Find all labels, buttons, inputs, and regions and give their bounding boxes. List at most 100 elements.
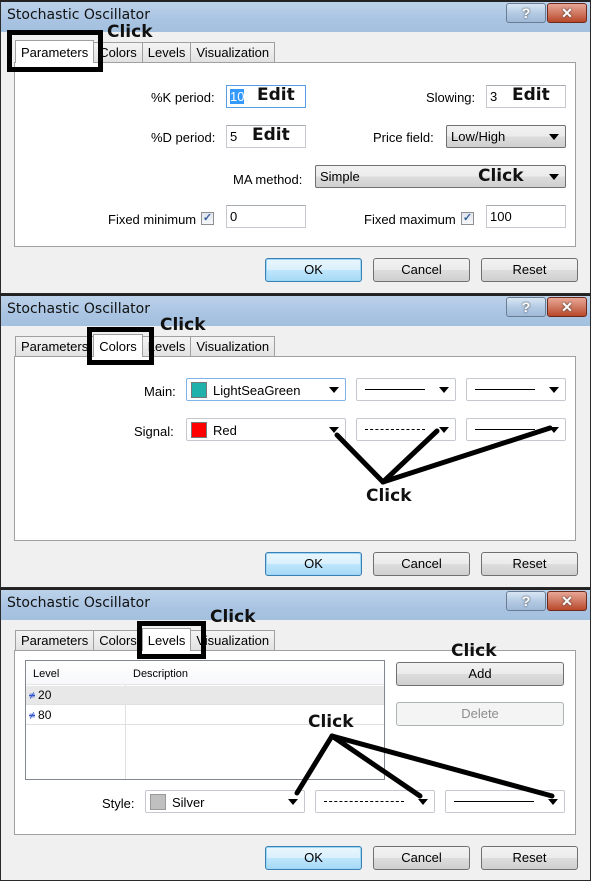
ok-button[interactable]: OK (265, 846, 362, 870)
fixed-maximum-checkbox[interactable]: ✓ (461, 212, 474, 225)
fixed-maximum-label: Fixed maximum (364, 212, 456, 227)
main-color-label: Main: (144, 384, 176, 399)
signal-style-select[interactable] (356, 418, 456, 441)
line-style-solid (365, 389, 425, 390)
signal-color-label: Signal: (134, 424, 174, 439)
annotation-click: Click (210, 607, 256, 627)
level-style-select[interactable] (315, 790, 435, 813)
help-button[interactable]: ? (506, 297, 546, 317)
ma-method-label: MA method: (233, 172, 303, 187)
reset-button[interactable]: Reset (481, 846, 578, 870)
signal-color-select[interactable]: Red (186, 418, 346, 441)
tab-bar: Parameters Colors Levels Visualization (15, 40, 276, 63)
style-label: Style: (102, 796, 135, 811)
slowing-label: Slowing: (426, 90, 476, 105)
tab-parameters[interactable]: Parameters (15, 630, 95, 650)
table-header: Level Description (26, 661, 384, 685)
help-icon: ? (521, 299, 531, 315)
chevron-down-icon (549, 134, 559, 140)
help-icon: ? (521, 593, 531, 609)
cancel-button[interactable]: Cancel (373, 846, 470, 870)
tab-colors[interactable]: Colors (93, 630, 143, 650)
tab-levels[interactable]: Levels (141, 42, 192, 62)
annotation-click: Click (160, 315, 206, 335)
main-style-select[interactable] (356, 378, 456, 401)
close-button[interactable]: ✕ (547, 3, 587, 23)
cancel-button[interactable]: Cancel (373, 258, 470, 282)
dialog-title: Stochastic Oscillator (7, 595, 150, 611)
dialog-title: Stochastic Oscillator (7, 7, 150, 23)
chevron-down-icon (549, 174, 559, 180)
add-level-button[interactable]: Add (396, 662, 564, 686)
annotation-edit: Edit (257, 85, 295, 105)
color-swatch (150, 794, 166, 810)
ok-button[interactable]: OK (265, 258, 362, 282)
price-field-select[interactable]: Low/High (446, 125, 566, 148)
close-button[interactable]: ✕ (547, 297, 587, 317)
line-width-thin (454, 801, 534, 802)
fixed-minimum-label: Fixed minimum (108, 212, 197, 227)
line-style-dashed (365, 429, 425, 430)
chevron-down-icon (418, 799, 428, 805)
annotation-click: Click (478, 166, 524, 186)
level-line-icon: ≠ (29, 690, 36, 702)
fixed-maximum-input[interactable]: 100 (486, 205, 566, 228)
ok-button[interactable]: OK (265, 552, 362, 576)
reset-button[interactable]: Reset (481, 552, 578, 576)
chevron-down-icon (439, 427, 449, 433)
annotation-edit: Edit (512, 85, 550, 105)
signal-width-select[interactable] (466, 418, 566, 441)
annotation-click: Click (107, 22, 153, 42)
close-icon: ✕ (561, 592, 573, 609)
delete-level-button[interactable]: Delete (396, 702, 564, 726)
level-value: 20 (38, 688, 52, 702)
help-button[interactable]: ? (506, 3, 546, 23)
title-bar: Stochastic Oscillator ? ✕ (1, 590, 590, 620)
close-icon: ✕ (561, 4, 573, 21)
close-icon: ✕ (561, 298, 573, 315)
cancel-button[interactable]: Cancel (373, 552, 470, 576)
dialog-title: Stochastic Oscillator (7, 301, 150, 317)
level-width-select[interactable] (445, 790, 565, 813)
title-bar: Stochastic Oscillator ? ✕ (1, 296, 590, 326)
level-value: 80 (38, 708, 52, 722)
tab-bar: Parameters Colors Levels Visualization (15, 628, 276, 651)
tab-visualization[interactable]: Visualization (190, 42, 276, 62)
line-style-dashed (324, 801, 404, 802)
tab-visualization[interactable]: Visualization (190, 336, 276, 356)
chevron-down-icon (329, 387, 339, 393)
level-color-select[interactable]: Silver (145, 790, 305, 813)
line-width-thin (475, 429, 535, 430)
annotation-click: Click (451, 641, 497, 661)
chevron-down-icon (549, 427, 559, 433)
level-line-icon: ≠ (29, 710, 36, 722)
annotation-edit: Edit (252, 125, 290, 145)
chevron-down-icon (549, 387, 559, 393)
tab-levels[interactable]: Levels (141, 628, 192, 651)
header-level[interactable]: Level (33, 668, 59, 680)
tab-parameters[interactable]: Parameters (15, 40, 95, 63)
color-swatch (191, 422, 207, 438)
close-button[interactable]: ✕ (547, 591, 587, 611)
fixed-minimum-checkbox[interactable]: ✓ (201, 212, 214, 225)
chevron-down-icon (548, 799, 558, 805)
d-period-label: %D period: (151, 130, 216, 145)
chevron-down-icon (329, 427, 339, 433)
ma-method-select[interactable]: Simple (315, 165, 566, 188)
tab-colors[interactable]: Colors (93, 334, 143, 357)
dialog-parameters: Stochastic Oscillator ? ✕ Parameters Col… (0, 0, 591, 294)
reset-button[interactable]: Reset (481, 258, 578, 282)
main-color-select[interactable]: LightSeaGreen (186, 378, 346, 401)
header-description[interactable]: Description (133, 668, 188, 680)
table-row[interactable]: ≠ 20 (26, 686, 384, 705)
fixed-minimum-input[interactable]: 0 (226, 205, 306, 228)
price-field-label: Price field: (373, 130, 434, 145)
tab-parameters[interactable]: Parameters (15, 336, 95, 356)
help-icon: ? (521, 5, 531, 21)
main-width-select[interactable] (466, 378, 566, 401)
color-swatch (191, 382, 207, 398)
help-button[interactable]: ? (506, 591, 546, 611)
chevron-down-icon (439, 387, 449, 393)
line-width-thin (475, 389, 535, 390)
k-period-label: %K period: (151, 90, 215, 105)
